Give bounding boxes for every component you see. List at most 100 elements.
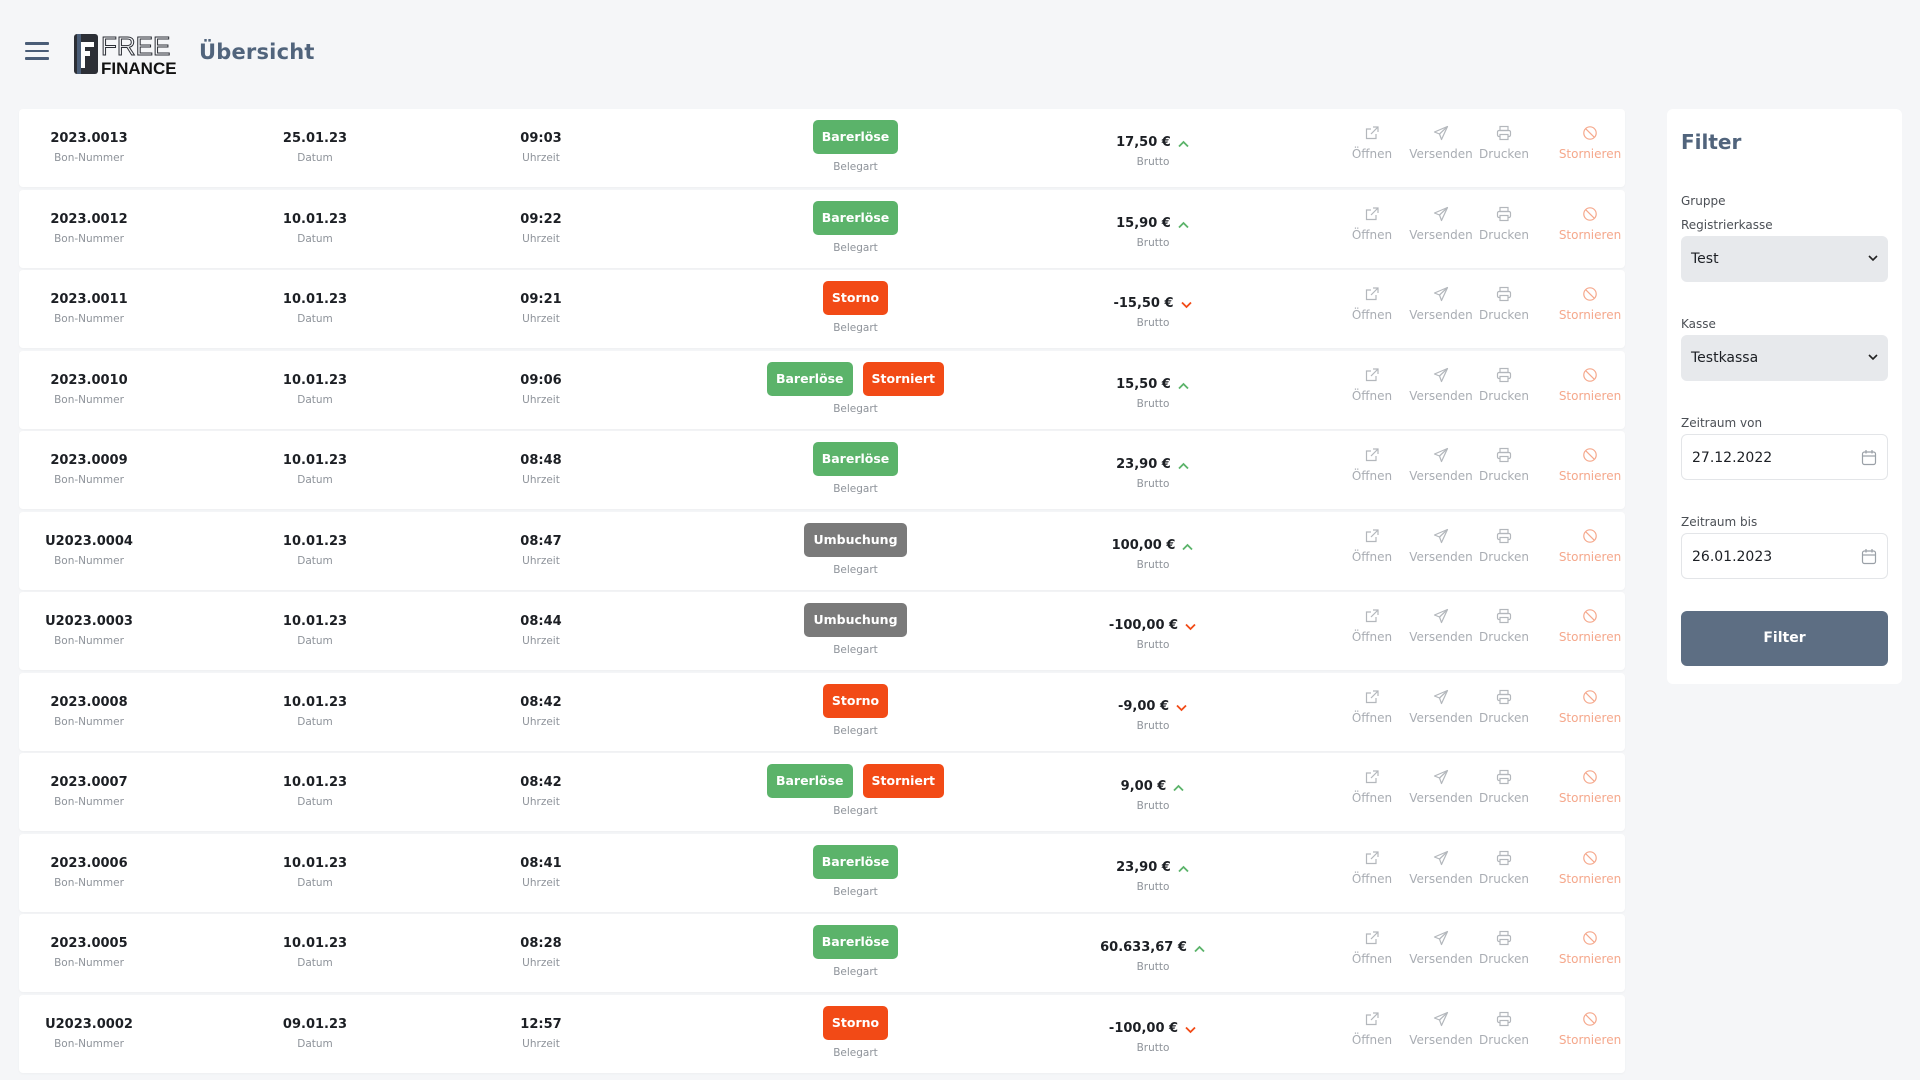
print-button[interactable]: Drucken [1474, 286, 1534, 322]
date-cell: 10.01.23 Datum [255, 775, 375, 809]
time-cell: 08:42 Uhrzeit [481, 695, 601, 729]
send-button[interactable]: Versenden [1402, 1011, 1480, 1047]
cancel-button[interactable]: Stornieren [1550, 286, 1630, 322]
cancel-button-label: Stornieren [1558, 147, 1622, 161]
time-cell: 08:47 Uhrzeit [481, 534, 601, 568]
open-button[interactable]: Öffnen [1342, 286, 1402, 322]
hamburger-menu-icon[interactable] [25, 42, 49, 60]
print-button[interactable]: Drucken [1474, 608, 1534, 644]
free-finance-logo[interactable]: FREE FINANCE [73, 30, 183, 78]
send-button[interactable]: Versenden [1402, 850, 1480, 886]
table-row[interactable]: 2023.0013 Bon-Nummer 25.01.23 Datum 09:03 Uhr… [19, 109, 1625, 187]
open-button[interactable]: Öffnen [1342, 125, 1402, 161]
table-row[interactable]: 2023.0007 Bon-Nummer 10.01.23 Datum 08:42 Uhr… [19, 753, 1625, 831]
register-select[interactable]: Test [1681, 236, 1888, 282]
cancel-button[interactable]: Stornieren [1550, 850, 1630, 886]
print-button[interactable]: Drucken [1474, 528, 1534, 564]
table-row[interactable]: U2023.0002 Bon-Nummer 09.01.23 Datum 12:57 Uh… [19, 994, 1625, 1073]
send-button[interactable]: Versenden [1402, 447, 1480, 483]
kasse-select[interactable]: Testkassa [1681, 335, 1888, 381]
table-row[interactable]: 2023.0012 Bon-Nummer 10.01.23 Datum 09:22 Uhr… [19, 189, 1625, 268]
cancel-button[interactable]: Stornieren [1550, 125, 1630, 161]
amount-cell: -100,00 € Brutto [992, 1017, 1314, 1055]
table-row[interactable]: 2023.0009 Bon-Nummer 10.01.23 Datum 08:48 Uhr… [19, 431, 1625, 509]
send-button[interactable]: Versenden [1402, 125, 1480, 161]
time-label: Uhrzeit [522, 957, 560, 969]
arrow-down-icon [1180, 299, 1193, 309]
print-button[interactable]: Drucken [1474, 930, 1534, 966]
print-button-label: Drucken [1479, 147, 1529, 161]
date-label: Datum [297, 232, 333, 245]
open-button-label: Öffnen [1351, 388, 1393, 403]
cancel-button[interactable]: Stornieren [1550, 206, 1630, 242]
status-badge: Barerlöse [812, 925, 899, 959]
open-button[interactable]: Öffnen [1342, 367, 1402, 403]
cancel-button[interactable]: Stornieren [1550, 769, 1630, 805]
open-button[interactable]: Öffnen [1342, 930, 1402, 966]
cancel-button[interactable]: Stornieren [1550, 608, 1630, 644]
print-button[interactable]: Drucken [1474, 206, 1534, 242]
print-button[interactable]: Drucken [1474, 850, 1534, 886]
send-button[interactable]: Versenden [1402, 286, 1480, 322]
send-button[interactable]: Versenden [1402, 769, 1480, 805]
bon-number-cell: 2023.0007 Bon-Nummer [28, 775, 150, 809]
status-badge: Barerlöse [812, 442, 899, 476]
cancel-button[interactable]: Stornieren [1550, 528, 1630, 564]
send-button-label: Versenden [1409, 308, 1473, 322]
open-button[interactable]: Öffnen [1342, 769, 1402, 805]
cancel-button[interactable]: Stornieren [1550, 689, 1630, 725]
amount-cell: -15,50 € Brutto [992, 292, 1314, 330]
open-button[interactable]: Öffnen [1342, 206, 1402, 242]
send-button[interactable]: Versenden [1402, 367, 1480, 403]
paper-plane-icon [1402, 528, 1480, 544]
filter-button[interactable]: Filter [1681, 611, 1888, 666]
open-button[interactable]: Öffnen [1342, 528, 1402, 564]
print-button[interactable]: Drucken [1474, 367, 1534, 403]
table-row[interactable]: 2023.0006 Bon-Nummer 10.01.23 Datum 08:41 Uhr… [19, 833, 1625, 912]
table-row[interactable]: U2023.0004 Bon-Nummer 10.01.23 Datum 08:47 Uh… [19, 511, 1625, 590]
send-button[interactable]: Versenden [1402, 930, 1480, 966]
print-button[interactable]: Drucken [1474, 689, 1534, 725]
amount-label: Brutto [1136, 317, 1170, 329]
amount-cell: -9,00 € Brutto [992, 695, 1314, 733]
open-button[interactable]: Öffnen [1342, 608, 1402, 644]
send-button[interactable]: Versenden [1402, 206, 1480, 242]
table-row[interactable]: 2023.0005 Bon-Nummer 10.01.23 Datum 08:28 Uhr… [19, 914, 1625, 992]
printer-icon [1474, 447, 1534, 463]
ban-icon [1550, 850, 1630, 866]
open-button[interactable]: Öffnen [1342, 1011, 1402, 1047]
amount-value: 23,90 € [1116, 457, 1171, 472]
calendar-icon[interactable] [1861, 449, 1877, 466]
calendar-icon[interactable] [1861, 548, 1877, 565]
print-button[interactable]: Drucken [1474, 1011, 1534, 1047]
send-button[interactable]: Versenden [1402, 528, 1480, 564]
bon-number-value: 2023.0007 [50, 775, 128, 790]
date-to-input[interactable]: 26.01.2023 [1681, 533, 1888, 579]
table-row[interactable]: U2023.0003 Bon-Nummer 10.01.23 Datum 08:44 Uh… [19, 592, 1625, 670]
bon-number-label: Bon-Nummer [54, 876, 124, 889]
send-button-label: Versenden [1409, 1032, 1473, 1047]
open-button[interactable]: Öffnen [1342, 850, 1402, 886]
table-row[interactable]: 2023.0008 Bon-Nummer 10.01.23 Datum 08:42 Uhr… [19, 672, 1625, 751]
status-badge: Barerlöse [766, 764, 853, 798]
table-row[interactable]: 2023.0011 Bon-Nummer 10.01.23 Datum 09:21 Uhr… [19, 270, 1625, 348]
table-row[interactable]: 2023.0010 Bon-Nummer 10.01.23 Datum 09:06 Uhr… [19, 350, 1625, 429]
print-button[interactable]: Drucken [1474, 447, 1534, 483]
send-button[interactable]: Versenden [1402, 689, 1480, 725]
cancel-button[interactable]: Stornieren [1550, 367, 1630, 403]
time-cell: 09:03 Uhrzeit [481, 131, 601, 165]
send-button[interactable]: Versenden [1402, 608, 1480, 644]
open-button[interactable]: Öffnen [1342, 689, 1402, 725]
bon-number-label: Bon-Nummer [54, 715, 124, 728]
cancel-button[interactable]: Stornieren [1550, 447, 1630, 483]
cancel-button[interactable]: Stornieren [1550, 930, 1630, 966]
print-button-label: Drucken [1479, 227, 1529, 242]
cancel-button[interactable]: Stornieren [1550, 1011, 1630, 1047]
printer-icon [1474, 930, 1534, 946]
print-button[interactable]: Drucken [1474, 125, 1534, 161]
kasse-select-value: Testkassa [1691, 350, 1759, 366]
print-button[interactable]: Drucken [1474, 769, 1534, 805]
date-from-input[interactable]: 27.12.2022 [1681, 434, 1888, 480]
open-button[interactable]: Öffnen [1342, 447, 1402, 483]
send-button-label: Versenden [1409, 227, 1473, 242]
